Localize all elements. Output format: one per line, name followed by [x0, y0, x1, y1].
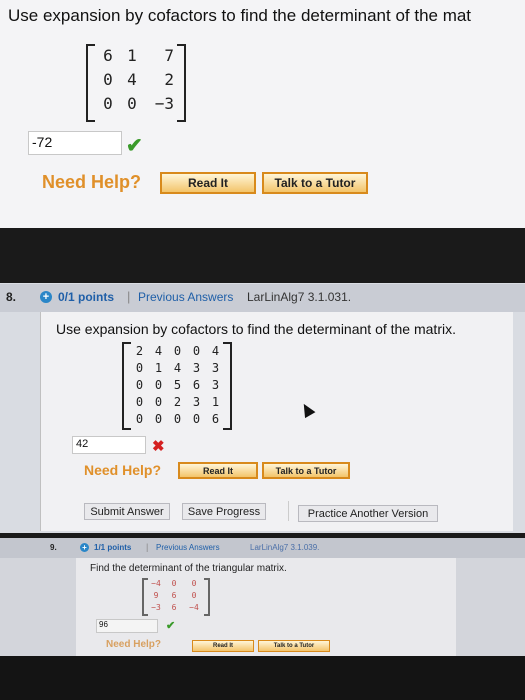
button-divider	[288, 501, 289, 521]
matrix-cell: 0	[135, 412, 144, 426]
matrix-cell: 2	[135, 344, 144, 358]
matrix-cell: 4	[127, 70, 137, 89]
matrix-cell: 6	[211, 412, 220, 426]
matrix-cell: 4	[173, 361, 182, 375]
matrix-cell: 0	[171, 579, 177, 588]
matrix-cell: 2	[164, 70, 174, 89]
q8-number: 8.	[6, 290, 17, 304]
q7-need-help-label: Need Help?	[42, 172, 142, 192]
matrix-cell: −3	[154, 94, 174, 113]
matrix-bracket-right	[177, 44, 186, 122]
matrix-cell: 0	[103, 94, 113, 113]
q7-matrix: 6 1 7 0 4 2 0 0 −3	[86, 44, 186, 122]
q8-points: 0/1 points	[58, 290, 115, 304]
q8-previous-answers-link[interactable]: Previous Answers	[138, 290, 233, 304]
matrix-cell: 0	[192, 344, 201, 358]
check-icon: ✔	[126, 135, 143, 157]
screen-bezel	[0, 656, 525, 700]
matrix-cell: 1	[127, 46, 137, 65]
q9-answer-field[interactable]: 96	[96, 619, 158, 633]
matrix-cell: 0	[191, 579, 197, 588]
matrix-cell: 3	[192, 361, 201, 375]
plus-circle-icon: +	[80, 543, 89, 552]
check-icon: ✔	[166, 620, 176, 632]
matrix-cell: 4	[154, 344, 163, 358]
q9-previous-answers-link[interactable]: Previous Answers	[156, 543, 220, 552]
matrix-cell: −3	[151, 603, 161, 612]
matrix-cell: 1	[211, 395, 220, 409]
matrix-cell: 0	[154, 412, 163, 426]
matrix-cell: 1	[154, 361, 163, 375]
matrix-cell: 5	[173, 378, 182, 392]
header-separator: |	[127, 289, 131, 304]
q9-read-it-button[interactable]: Read It	[192, 640, 254, 652]
matrix-cell: 9	[153, 591, 159, 600]
q8-need-help-label: Need Help?	[84, 462, 162, 478]
matrix-cell: 6	[192, 378, 201, 392]
q8-content-card	[40, 312, 513, 531]
matrix-cell: 7	[164, 46, 174, 65]
matrix-cell: 0	[173, 412, 182, 426]
q7-talk-to-tutor-button[interactable]: Talk to a Tutor	[262, 172, 368, 194]
matrix-cell: 3	[192, 395, 201, 409]
matrix-cell: 0	[135, 395, 144, 409]
matrix-cell: 0	[103, 70, 113, 89]
matrix-cell: 4	[211, 344, 220, 358]
q9-number: 9.	[50, 543, 57, 552]
matrix-cell: 0	[192, 412, 201, 426]
matrix-cell: 0	[191, 591, 197, 600]
q9-prompt: Find the determinant of the triangular m…	[90, 563, 287, 574]
q8-answer-field[interactable]: 42	[72, 436, 146, 454]
matrix-cell: 3	[211, 361, 220, 375]
matrix-cell: 0	[135, 361, 144, 375]
q8-talk-to-tutor-button[interactable]: Talk to a Tutor	[262, 462, 350, 479]
q8-reference: LarLinAlg7 3.1.031.	[247, 290, 352, 304]
q8-prompt: Use expansion by cofactors to find the d…	[56, 321, 456, 337]
matrix-cell: 0	[173, 344, 182, 358]
q7-prompt: Use expansion by cofactors to find the d…	[8, 6, 472, 25]
matrix-bracket-right	[204, 578, 210, 616]
q7-read-it-button[interactable]: Read It	[160, 172, 256, 194]
matrix-cell: 2	[173, 395, 182, 409]
q9-talk-to-tutor-button[interactable]: Talk to a Tutor	[258, 640, 330, 652]
matrix-cell: 3	[211, 378, 220, 392]
q9-need-help-label: Need Help?	[106, 639, 162, 650]
q9-matrix: −4 0 0 9 6 0 −3 6 −4	[142, 578, 210, 616]
q8-practice-another-version-button[interactable]: Practice Another Version	[298, 505, 438, 522]
matrix-cell: 0	[135, 378, 144, 392]
matrix-cell: 0	[127, 94, 137, 113]
plus-circle-icon: +	[40, 291, 52, 303]
q9-reference: LarLinAlg7 3.1.039.	[250, 543, 320, 552]
q7-answer-field[interactable]: -72	[28, 131, 122, 155]
matrix-cell: 0	[154, 395, 163, 409]
q8-submit-answer-button[interactable]: Submit Answer	[84, 503, 170, 520]
matrix-bracket-left	[86, 44, 95, 122]
matrix-cell: 6	[103, 46, 113, 65]
q9-points: 1/1 points	[94, 543, 132, 552]
matrix-cell: −4	[151, 579, 161, 588]
matrix-cell: 6	[171, 591, 177, 600]
matrix-cell: 6	[171, 603, 177, 612]
header-separator: |	[146, 542, 149, 552]
q8-matrix: 2 4 0 0 4 0 1 4 3 3 0 0 5 6 3 0 0 2 3 1	[122, 342, 232, 430]
matrix-cell: −4	[189, 603, 199, 612]
matrix-cell: 0	[154, 378, 163, 392]
q8-save-progress-button[interactable]: Save Progress	[182, 503, 266, 520]
x-icon: ✖	[152, 438, 165, 455]
q8-read-it-button[interactable]: Read It	[178, 462, 258, 479]
